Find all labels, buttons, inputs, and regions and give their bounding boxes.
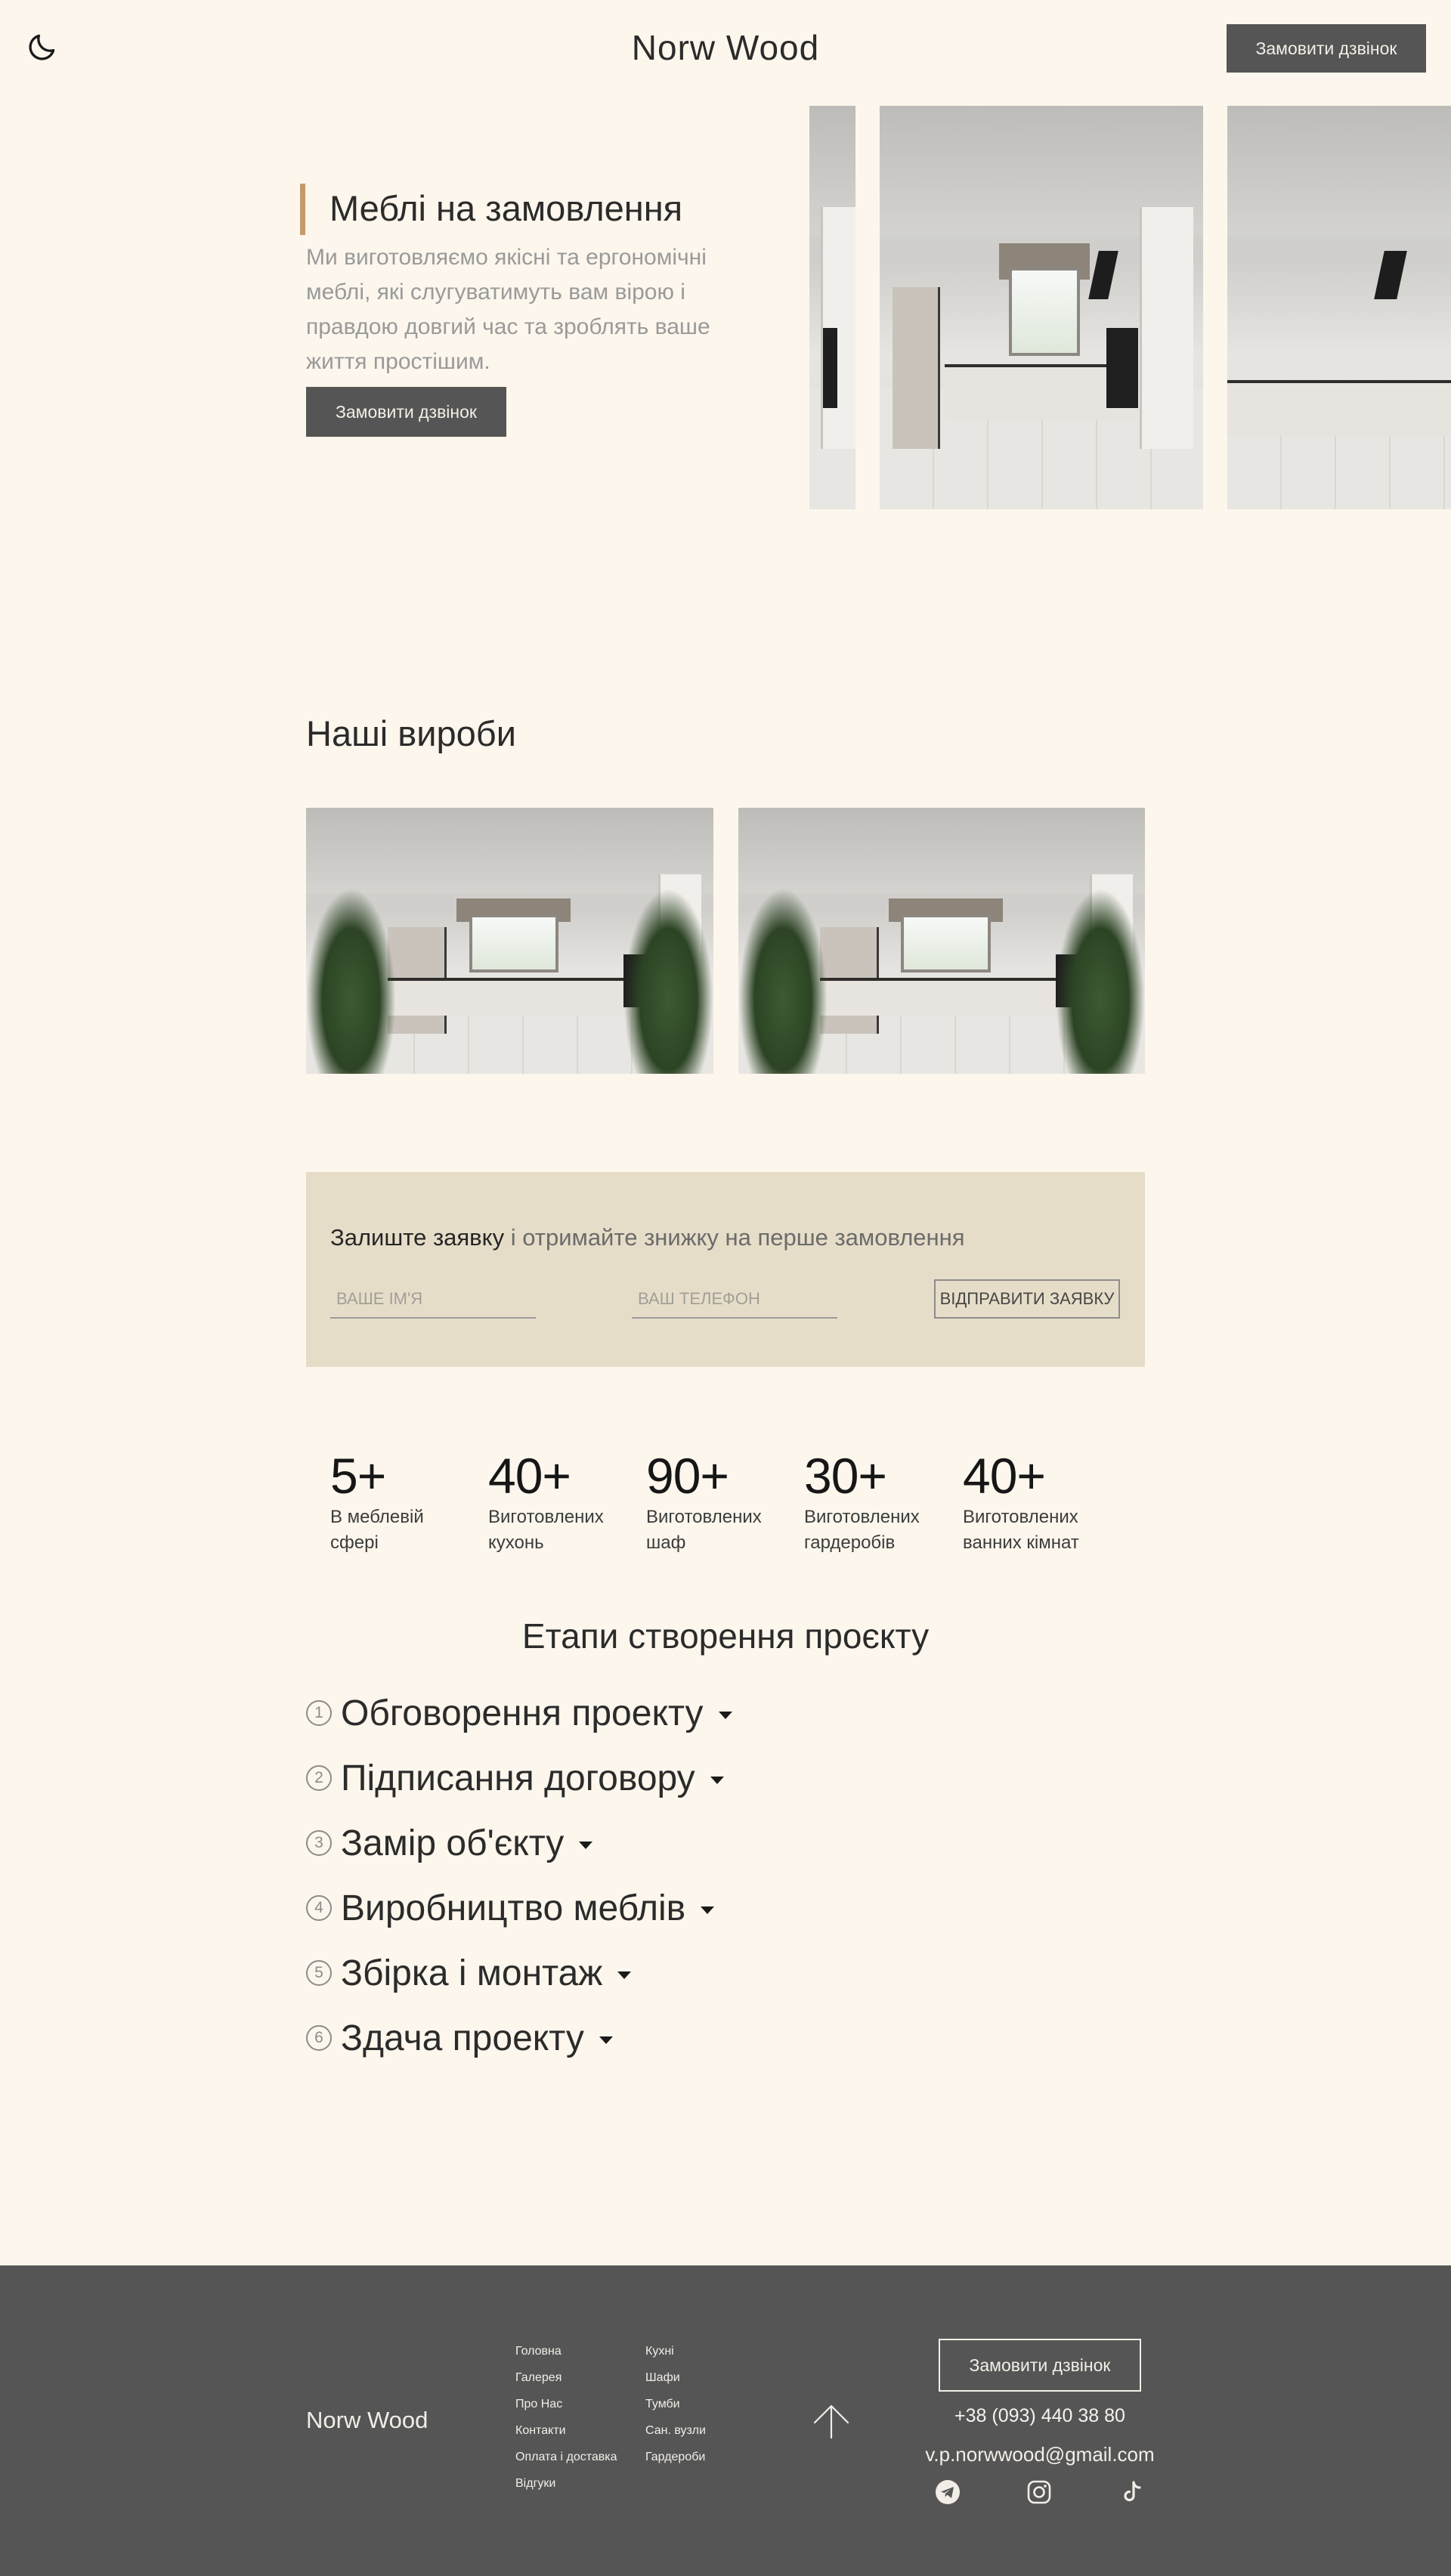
stat-item: 90+ Виготовлених шаф	[646, 1447, 797, 1556]
stage-number-badge: 4	[306, 1895, 332, 1921]
footer	[0, 2265, 1451, 2576]
caret-down-icon[interactable]	[599, 2036, 613, 2044]
accent-bar	[300, 184, 305, 235]
stat-label: Виготовлених гардеробів	[804, 1507, 920, 1553]
stage-number-badge: 1	[306, 1700, 332, 1726]
stage-label: Здача проекту	[341, 2018, 584, 2058]
stage-item[interactable]: 6 Здача проекту	[306, 2015, 613, 2061]
carousel-image-prev[interactable]	[809, 106, 855, 509]
footer-link-reviews[interactable]: Відгуки	[515, 2477, 555, 2491]
stat-item: 40+ Виготовлених кухонь	[488, 1447, 639, 1556]
stage-item[interactable]: 2 Підписання договору	[306, 1755, 724, 1801]
footer-link-dressing-rooms[interactable]: Гардероби	[645, 2451, 705, 2464]
footer-link-bathrooms[interactable]: Сан. вузли	[645, 2424, 706, 2438]
products-title: Наші вироби	[306, 713, 516, 753]
stat-number: 5+	[330, 1448, 386, 1504]
footer-link-about[interactable]: Про Нас	[515, 2398, 562, 2411]
footer-link-home[interactable]: Головна	[515, 2345, 562, 2358]
caret-down-icon[interactable]	[617, 1971, 632, 1979]
footer-link-wardrobes[interactable]: Шафи	[645, 2371, 680, 2385]
stage-label: Виробництво меблів	[341, 1888, 686, 1928]
lead-form-heading-rest: і отримайте знижку на перше замовлення	[504, 1224, 965, 1251]
stage-label: Замір об'єкту	[341, 1823, 565, 1863]
stat-number: 30+	[804, 1448, 887, 1504]
lead-form	[306, 1172, 1145, 1367]
stat-item: 40+ Виготовлених ванних кімнат	[963, 1447, 1114, 1556]
stat-label: Виготовлених шаф	[646, 1507, 762, 1553]
instagram-icon[interactable]	[1026, 2479, 1053, 2506]
hero-title: Меблі на замовлення	[329, 188, 683, 228]
stage-label: Збірка і монтаж	[341, 1953, 603, 1993]
footer-link-contacts[interactable]: Контакти	[515, 2424, 566, 2438]
stage-number-badge: 5	[306, 1960, 332, 1986]
footer-link-kitchens[interactable]: Кухні	[645, 2345, 674, 2358]
caret-down-icon[interactable]	[579, 1842, 593, 1849]
stage-number-badge: 3	[306, 1830, 332, 1856]
hero-call-button[interactable]: Замовити дзвінок	[306, 387, 506, 437]
hero-description: Ми виготовляємо якісні та ергономічні ме…	[306, 245, 710, 374]
stat-number: 90+	[646, 1448, 729, 1504]
product-image[interactable]	[306, 808, 713, 1074]
header-call-button[interactable]: Замовити дзвінок	[1227, 24, 1426, 73]
stage-number-badge: 2	[306, 1765, 332, 1791]
stage-item[interactable]: 3 Замір об'єкту	[306, 1820, 593, 1866]
stage-number-badge: 6	[306, 2025, 332, 2051]
footer-link-gallery[interactable]: Галерея	[515, 2371, 562, 2385]
tiktok-icon[interactable]	[1118, 2479, 1146, 2506]
stat-item: 5+ В меблевій сфері	[330, 1447, 481, 1556]
stat-number: 40+	[963, 1448, 1046, 1504]
lead-form-heading: Залиште заявку і отримайте знижку на пер…	[330, 1224, 965, 1251]
footer-email[interactable]: v.p.norwwood@gmail.com	[904, 2443, 1176, 2466]
stat-number: 40+	[488, 1448, 571, 1504]
stage-item[interactable]: 4 Виробництво меблів	[306, 1885, 715, 1931]
scroll-up-arrow-icon[interactable]	[810, 2401, 852, 2441]
stage-item[interactable]: 5 Збірка і монтаж	[306, 1950, 632, 1996]
footer-call-button[interactable]: Замовити дзвінок	[939, 2339, 1141, 2392]
footer-brand[interactable]: Norw Wood	[306, 2407, 428, 2434]
name-input[interactable]: ВАШЕ ІМ'Я	[330, 1281, 536, 1319]
stat-item: 30+ Виготовлених гардеробів	[804, 1447, 955, 1556]
stat-label: Виготовлених кухонь	[488, 1507, 604, 1553]
stage-label: Обговорення проекту	[341, 1693, 704, 1733]
footer-link-cabinets[interactable]: Тумби	[645, 2398, 680, 2411]
caret-down-icon[interactable]	[701, 1906, 715, 1914]
carousel-image-next[interactable]	[1227, 106, 1451, 509]
footer-link-payment[interactable]: Оплата і доставка	[515, 2451, 617, 2464]
stage-item[interactable]: 1 Обговорення проекту	[306, 1690, 732, 1736]
stage-label: Підписання договору	[341, 1758, 695, 1798]
phone-input[interactable]: ВАШ ТЕЛЕФОН	[632, 1281, 837, 1319]
lead-form-heading-strong: Залиште заявку	[330, 1224, 505, 1251]
caret-down-icon[interactable]	[710, 1777, 724, 1784]
stages-title: Етапи створення проєкту	[521, 1616, 930, 1656]
caret-down-icon[interactable]	[718, 1712, 732, 1719]
telegram-icon[interactable]	[934, 2479, 961, 2506]
stat-label: Виготовлених ванних кімнат	[963, 1507, 1079, 1553]
footer-phone[interactable]: +38 (093) 440 38 80	[939, 2405, 1141, 2427]
carousel-image-main[interactable]	[880, 106, 1203, 509]
product-image[interactable]	[738, 808, 1145, 1074]
submit-request-button[interactable]: ВІДПРАВИТИ ЗАЯВКУ	[934, 1279, 1120, 1319]
stat-label: В меблевій сфері	[330, 1507, 424, 1553]
